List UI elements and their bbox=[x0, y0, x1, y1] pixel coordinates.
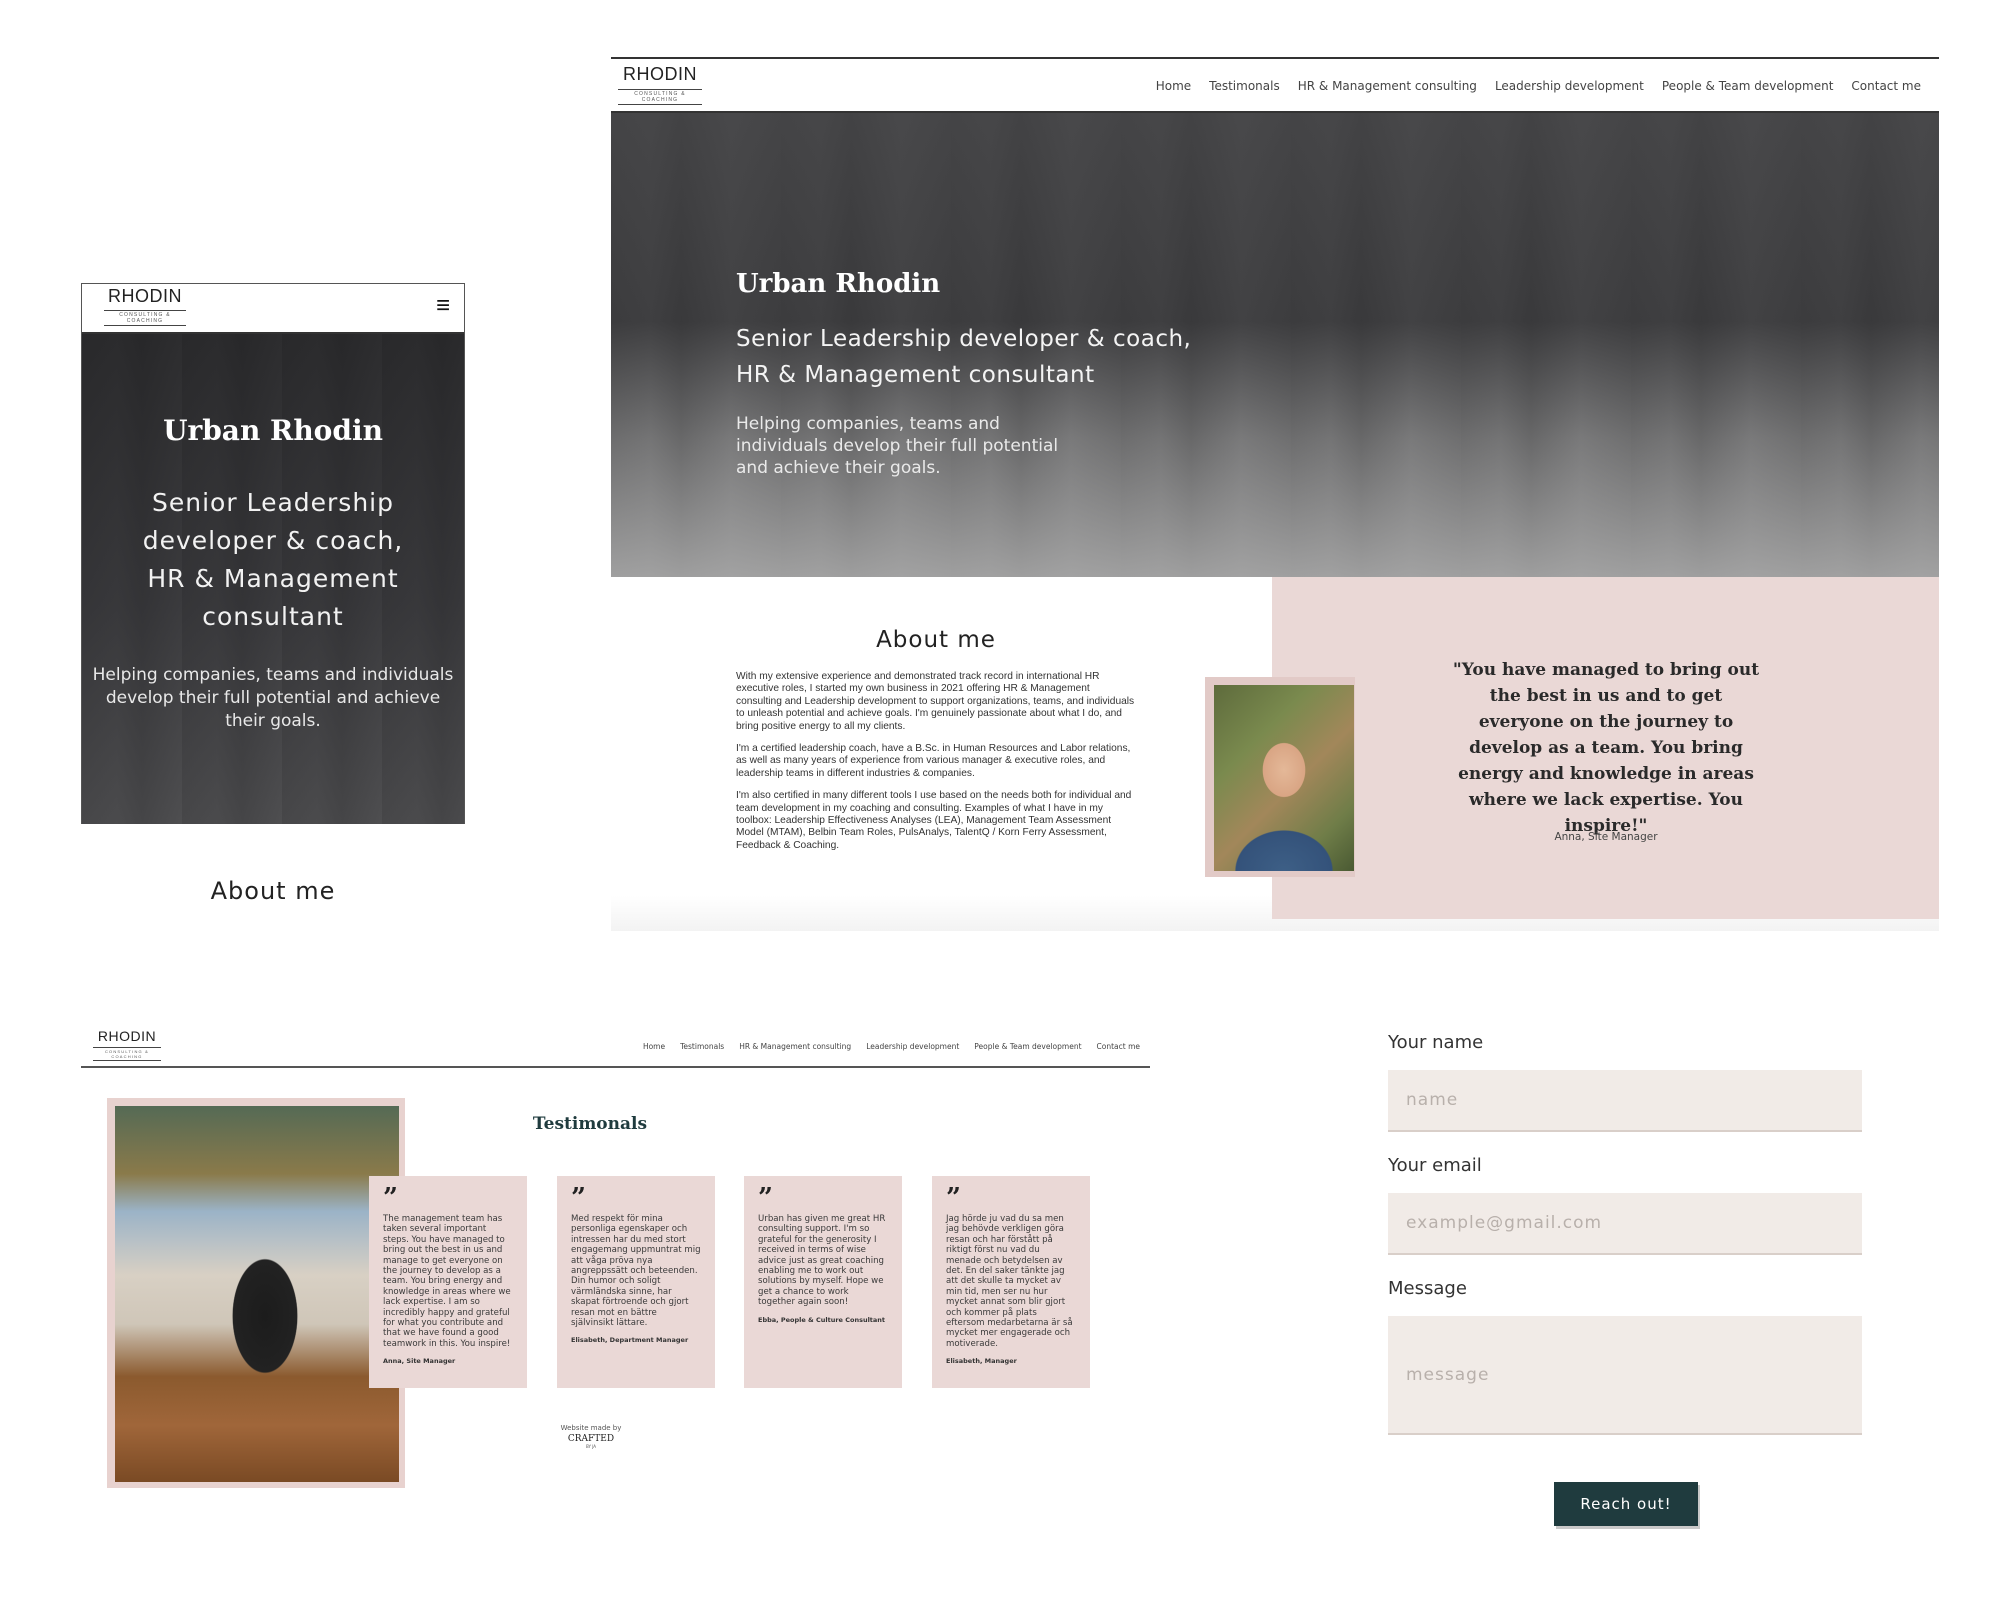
desktop-mockup: RHODIN CONSULTING & COACHING Home Testim… bbox=[611, 57, 1939, 931]
featured-quote-author: Anna, Site Manager bbox=[1554, 831, 1658, 843]
portrait-frame bbox=[1205, 677, 1355, 877]
name-label: Your name bbox=[1388, 1032, 1484, 1053]
crafted-logo[interactable]: CRAFTED bbox=[531, 1434, 651, 1444]
portrait-photo bbox=[1214, 685, 1354, 871]
mobile-mockup: RHODIN CONSULTING & COACHING ≡ Urban Rho… bbox=[81, 283, 465, 824]
reach-out-button[interactable]: Reach out! bbox=[1554, 1482, 1698, 1526]
featured-quote: "You have managed to bring out the best … bbox=[1452, 660, 1760, 836]
about-heading: About me bbox=[876, 627, 996, 653]
nav-hr-management-consulting[interactable]: HR & Management consulting bbox=[1298, 79, 1477, 93]
desktop-header: RHODIN CONSULTING & COACHING Home Testim… bbox=[611, 59, 1939, 113]
mobile-hero-name: Urban Rhodin bbox=[163, 414, 383, 447]
mobile-hero: Urban Rhodin Senior Leadership developer… bbox=[82, 334, 464, 824]
email-label: Your email bbox=[1388, 1155, 1482, 1176]
quote-icon: ” bbox=[571, 1183, 586, 1213]
nav-people-team-development[interactable]: People & Team development bbox=[974, 1042, 1081, 1051]
name-field[interactable]: name bbox=[1388, 1070, 1862, 1132]
testimonials-header: RHODIN CONSULTING & COACHING Home Testim… bbox=[81, 1020, 1150, 1068]
testimonials-photo-frame bbox=[107, 1098, 405, 1488]
nav-testimonals[interactable]: Testimonals bbox=[680, 1042, 724, 1051]
nav-leadership-development[interactable]: Leadership development bbox=[866, 1042, 959, 1051]
contact-form: Your name name Your email example@gmail.… bbox=[1388, 1026, 1862, 1526]
testimonials-logo[interactable]: RHODIN CONSULTING & COACHING bbox=[93, 1028, 161, 1061]
hamburger-menu-icon[interactable]: ≡ bbox=[436, 292, 450, 320]
footer-credit: Website made by CRAFTED BY JA bbox=[531, 1424, 651, 1449]
nav-leadership-development[interactable]: Leadership development bbox=[1495, 79, 1644, 93]
testimonials-nav: Home Testimonals HR & Management consult… bbox=[643, 1042, 1140, 1051]
testimonial-card: ” Jag hörde ju vad du sa men jag behövde… bbox=[932, 1176, 1090, 1388]
testimonials-photo bbox=[115, 1106, 399, 1482]
mobile-header: RHODIN CONSULTING & COACHING ≡ bbox=[82, 284, 464, 334]
testimonial-card: ” Urban has given me great HR consulting… bbox=[744, 1176, 902, 1388]
testimonial-card: ” Med respekt för mina personliga egensk… bbox=[557, 1176, 715, 1388]
hero-tagline: Helping companies, teams and individuals… bbox=[736, 414, 1059, 478]
quote-icon: ” bbox=[946, 1183, 961, 1213]
message-field[interactable]: message bbox=[1388, 1316, 1862, 1435]
desktop-nav: Home Testimonals HR & Management consult… bbox=[1156, 79, 1921, 93]
about-section: About me With my extensive experience an… bbox=[611, 577, 1939, 931]
hero-name: Urban Rhodin bbox=[736, 269, 941, 299]
hero-title: Senior Leadership developer & coach, HR … bbox=[736, 326, 1192, 388]
nav-hr-management-consulting[interactable]: HR & Management consulting bbox=[739, 1042, 851, 1051]
mobile-hero-tagline: Helping companies, teams and individuals… bbox=[92, 665, 454, 731]
email-field[interactable]: example@gmail.com bbox=[1388, 1193, 1862, 1255]
mobile-about-heading: About me bbox=[210, 877, 336, 905]
testimonials-heading: Testimonals bbox=[532, 1114, 648, 1134]
nav-contact-me[interactable]: Contact me bbox=[1097, 1042, 1140, 1051]
quote-icon: ” bbox=[758, 1183, 773, 1213]
nav-home[interactable]: Home bbox=[1156, 79, 1191, 93]
testimonial-card: ” The management team has taken several … bbox=[369, 1176, 527, 1388]
nav-people-team-development[interactable]: People & Team development bbox=[1662, 79, 1834, 93]
nav-testimonals[interactable]: Testimonals bbox=[1209, 79, 1280, 93]
desktop-hero: Urban Rhodin Senior Leadership developer… bbox=[611, 113, 1939, 577]
nav-contact-me[interactable]: Contact me bbox=[1851, 79, 1921, 93]
mobile-logo[interactable]: RHODIN CONSULTING & COACHING bbox=[104, 286, 186, 326]
desktop-logo[interactable]: RHODIN CONSULTING & COACHING bbox=[618, 64, 702, 105]
message-label: Message bbox=[1388, 1278, 1467, 1299]
about-text: With my extensive experience and demonst… bbox=[736, 671, 1135, 851]
quote-icon: ” bbox=[383, 1183, 398, 1213]
mobile-hero-title: Senior Leadership developer & coach, HR … bbox=[142, 488, 404, 631]
nav-home[interactable]: Home bbox=[643, 1042, 665, 1051]
